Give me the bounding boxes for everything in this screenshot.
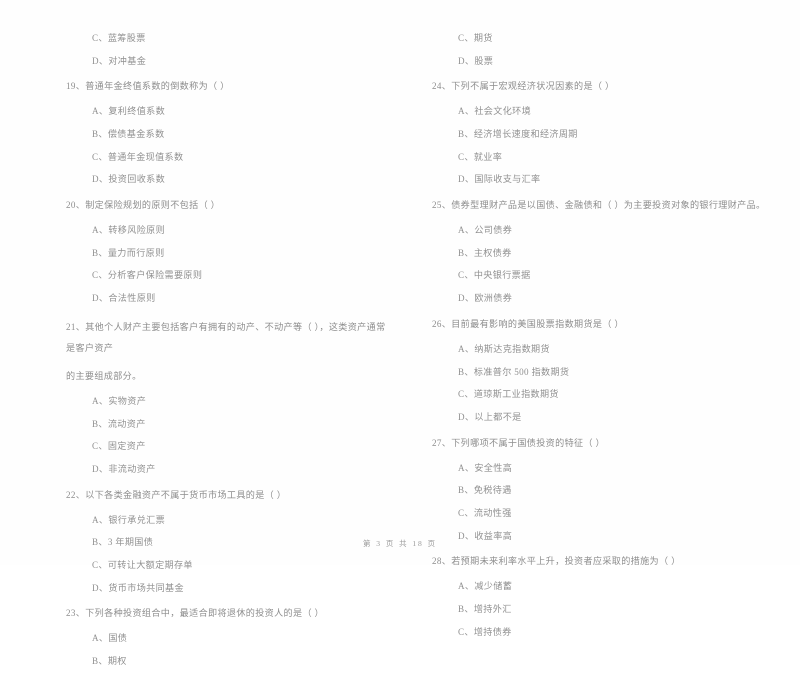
right-column: C、期货 D、股票 24、下列不属于宏观经济状况因素的是（ ） A、社会文化环境… bbox=[400, 33, 800, 650]
option-item: C、增持债券 bbox=[458, 626, 512, 637]
option-item: B、量力而行原则 bbox=[92, 247, 165, 258]
option-item: D、对冲基金 bbox=[92, 55, 147, 66]
option-item: C、分析客户保险需要原则 bbox=[92, 270, 203, 281]
option-item: C、流动性强 bbox=[458, 507, 512, 518]
option-item: A、减少储蓄 bbox=[458, 581, 513, 592]
option-item: A、实物资产 bbox=[92, 395, 147, 406]
question-block: 19、普通年金终值系数的倒数称为（ ） A、复利终值系数 B、偿债基金系数 C、… bbox=[66, 79, 392, 184]
left-column: C、蓝筹股票 D、对冲基金 19、普通年金终值系数的倒数称为（ ） A、复利终值… bbox=[0, 33, 400, 680]
option-item: D、非流动资产 bbox=[92, 463, 156, 474]
option-item: D、货币市场共同基金 bbox=[92, 582, 184, 593]
question-stem: 28、若预期未来利率水平上升，投资者应采取的措施为（ ） bbox=[432, 556, 681, 567]
question-block: 21、其他个人财产主要包括客户有拥有的动产、不动产等（ ），这类资产通常是客户资… bbox=[66, 317, 392, 474]
page-footer: 第 3 页 共 18 页 bbox=[362, 539, 438, 548]
question-stem: 24、下列不属于宏观经济状况因素的是（ ） bbox=[432, 81, 615, 92]
option-item: B、偿债基金系数 bbox=[92, 129, 165, 140]
option-item: B、期权 bbox=[92, 655, 127, 666]
option-item: D、国际收支与汇率 bbox=[458, 174, 541, 185]
question-block: 24、下列不属于宏观经济状况因素的是（ ） A、社会文化环境 B、经济增长速度和… bbox=[432, 79, 780, 184]
question-stem: 23、下列各种投资组合中，最适合即将退休的投资人的是（ ） bbox=[66, 608, 324, 619]
option-item: D、以上都不是 bbox=[458, 411, 522, 422]
option-item: D、欧洲债券 bbox=[458, 293, 513, 304]
option-item: A、国债 bbox=[92, 633, 128, 644]
option-item: C、固定资产 bbox=[92, 441, 146, 452]
option-item: C、就业率 bbox=[458, 151, 503, 162]
question-stem: 25、债券型理财产品是以国债、金融债和（ ）为主要投资对象的银行理财产品。 bbox=[432, 200, 766, 211]
question-stem: 19、普通年金终值系数的倒数称为（ ） bbox=[66, 81, 230, 92]
exam-page: C、蓝筹股票 D、对冲基金 19、普通年金终值系数的倒数称为（ ） A、复利终值… bbox=[0, 0, 800, 666]
option-item: A、银行承兑汇票 bbox=[92, 514, 166, 525]
option-item: C、道琼斯工业指数期货 bbox=[458, 389, 559, 400]
option-item: D、合法性原则 bbox=[92, 293, 156, 304]
option-item: B、增持外汇 bbox=[458, 603, 512, 614]
option-item: C、可转让大额定期存单 bbox=[92, 559, 193, 570]
question-block: 25、债券型理财产品是以国债、金融债和（ ）为主要投资对象的银行理财产品。 A、… bbox=[432, 198, 780, 303]
question-block: 23、下列各种投资组合中，最适合即将退休的投资人的是（ ） A、国债 B、期权 bbox=[66, 606, 392, 666]
question-stem: 26、目前最有影响的美国股票指数期货是（ ） bbox=[432, 318, 624, 329]
option-item: A、纳斯达克指数期货 bbox=[458, 343, 550, 354]
question-stem: 20、制定保险规划的原则不包括（ ） bbox=[66, 200, 221, 211]
question-block: 28、若预期未来利率水平上升，投资者应采取的措施为（ ） A、减少储蓄 B、增持… bbox=[432, 554, 780, 636]
option-item: A、社会文化环境 bbox=[458, 106, 532, 117]
question-block: 27、下列哪项不属于国债投资的特征（ ） A、安全性高 B、免税待遇 C、流动性… bbox=[432, 436, 780, 541]
question-stem: 27、下列哪项不属于国债投资的特征（ ） bbox=[432, 437, 605, 448]
option-item: B、主权债券 bbox=[458, 247, 512, 258]
option-item: B、经济增长速度和经济周期 bbox=[458, 129, 578, 140]
option-item: B、免税待遇 bbox=[458, 485, 512, 496]
question-stem: 21、其他个人财产主要包括客户有拥有的动产、不动产等（ ），这类资产通常是客户资… bbox=[66, 321, 386, 353]
option-item: A、公司债券 bbox=[458, 225, 513, 236]
option-item: C、蓝筹股票 bbox=[92, 33, 146, 43]
question-block: 20、制定保险规划的原则不包括（ ） A、转移风险原则 B、量力而行原则 C、分… bbox=[66, 198, 392, 303]
option-item: D、投资回收系数 bbox=[92, 174, 166, 185]
two-column-body: C、蓝筹股票 D、对冲基金 19、普通年金终值系数的倒数称为（ ） A、复利终值… bbox=[0, 33, 800, 680]
option-item: C、普通年金现值系数 bbox=[92, 151, 184, 162]
question-stem: 22、以下各类金融资产不属于货币市场工具的是（ ） bbox=[66, 489, 287, 500]
question-stem-continuation: 的主要组成部分。 bbox=[66, 370, 142, 381]
option-item: D、股票 bbox=[458, 55, 494, 66]
option-item: B、标准普尔 500 指数期货 bbox=[458, 366, 570, 377]
option-item: B、流动资产 bbox=[92, 418, 146, 429]
option-item: C、期货 bbox=[458, 33, 493, 43]
question-block: 26、目前最有影响的美国股票指数期货是（ ） A、纳斯达克指数期货 B、标准普尔… bbox=[432, 317, 780, 422]
option-item: A、转移风险原则 bbox=[92, 225, 166, 236]
option-item: A、复利终值系数 bbox=[92, 106, 166, 117]
option-item: A、安全性高 bbox=[458, 462, 513, 473]
option-item: C、中央银行票据 bbox=[458, 270, 531, 281]
